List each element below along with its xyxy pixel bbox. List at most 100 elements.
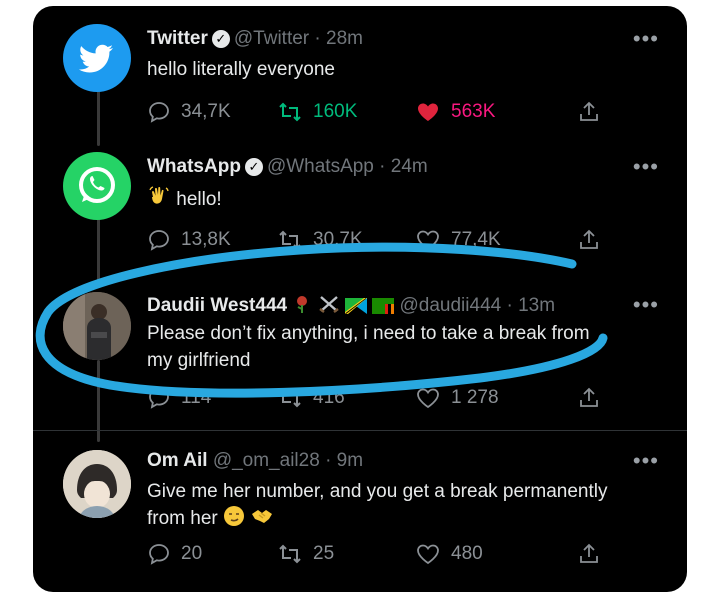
tweet-om-ail[interactable]: Om Ail @_om_ail28 · 9m ••• Give me her n…	[33, 440, 687, 574]
reply-count: 34,7K	[181, 101, 231, 122]
tweet-actions: 20 25 480	[147, 542, 607, 570]
reply-button[interactable]: 114	[147, 386, 211, 410]
tweet-text: hello literally everyone	[147, 59, 335, 80]
tweet-text-line-with-emoji: from her	[147, 505, 667, 532]
retweet-button[interactable]: 160K	[277, 100, 357, 124]
tweet-whatsapp[interactable]: WhatsApp ✓ @WhatsApp · 24m ••• hello! 13,8…	[33, 148, 687, 260]
tweet-actions: 13,8K 30,7K 77,4K	[147, 228, 607, 256]
display-name[interactable]: Daudii West444	[147, 295, 287, 316]
like-button[interactable]: 1 278	[415, 386, 499, 410]
tweet-text: hello!	[147, 184, 667, 213]
retweet-count: 25	[313, 543, 335, 564]
share-icon	[580, 229, 598, 249]
reply-icon	[149, 388, 169, 409]
like-button[interactable]: 480	[415, 542, 483, 566]
tweet-text-line: Give me her number, and you get a break …	[147, 481, 608, 502]
like-button[interactable]: 563K	[415, 100, 495, 124]
tanzania-flag-icon	[344, 298, 367, 314]
retweet-icon	[279, 388, 301, 408]
retweet-icon	[279, 230, 301, 250]
like-button[interactable]: 77,4K	[415, 228, 501, 252]
heart-icon	[417, 388, 439, 409]
more-options-icon[interactable]: •••	[633, 154, 659, 180]
tweet-text: Give me her number, and you get a break …	[147, 478, 667, 532]
retweet-count: 160K	[313, 101, 358, 122]
reply-button[interactable]: 34,7K	[147, 100, 231, 124]
retweet-count: 416	[313, 387, 345, 408]
handle[interactable]: @daudii444	[400, 295, 502, 316]
tweet-twitter[interactable]: Twitter ✓ @Twitter · 28m ••• hello literal…	[33, 20, 687, 130]
share-button[interactable]	[577, 228, 601, 252]
avatar[interactable]	[63, 24, 131, 92]
like-count: 563K	[451, 101, 496, 122]
timestamp[interactable]: · 13m	[506, 295, 555, 316]
timestamp[interactable]: · 9m	[325, 450, 363, 471]
reply-count: 13,8K	[181, 229, 231, 250]
tweet-header: Om Ail @_om_ail28 · 9m	[147, 450, 363, 472]
profile-photo-icon	[63, 292, 131, 360]
tweet-text-line: from her	[147, 508, 218, 529]
reply-count: 114	[181, 387, 212, 408]
like-count: 480	[451, 543, 483, 564]
share-icon	[580, 387, 598, 407]
share-icon	[580, 101, 598, 121]
handle[interactable]: @_om_ail28	[213, 450, 320, 471]
handle[interactable]: @Twitter	[234, 28, 309, 49]
like-count: 1 278	[451, 387, 499, 408]
display-name[interactable]: Twitter	[147, 28, 208, 49]
share-button[interactable]	[577, 100, 601, 124]
crossed-swords-icon	[318, 296, 339, 313]
avatar[interactable]	[63, 292, 131, 360]
tweet-daudii[interactable]: Daudii West444 @daudii444 · 13m ••• Plea…	[33, 286, 687, 409]
retweet-button[interactable]: 416	[277, 386, 345, 410]
share-icon	[580, 543, 598, 563]
more-options-icon[interactable]: •••	[633, 448, 659, 474]
share-button[interactable]	[577, 542, 601, 566]
heart-filled-icon	[418, 103, 438, 121]
reply-count: 20	[181, 543, 203, 564]
reply-icon	[149, 544, 169, 565]
tweet-header: Twitter ✓ @Twitter · 28m	[147, 28, 363, 50]
twitter-thread-screen: Twitter ✓ @Twitter · 28m ••• hello literal…	[33, 6, 687, 592]
timestamp[interactable]: · 24m	[379, 156, 428, 177]
more-options-icon[interactable]: •••	[633, 292, 659, 318]
handle[interactable]: @WhatsApp	[267, 156, 374, 177]
like-count: 77,4K	[451, 229, 501, 250]
tweet-header: Daudii West444 @daudii444 · 13m	[147, 294, 555, 317]
twitter-bird-icon	[78, 44, 113, 73]
waving-hand-icon	[149, 186, 169, 204]
divider	[33, 430, 687, 431]
tweet-text-content: hello!	[176, 189, 222, 210]
reply-icon	[149, 230, 169, 251]
rose-icon	[297, 296, 308, 313]
tweet-actions: 34,7K 160K 563K	[147, 100, 607, 128]
reply-button[interactable]: 20	[147, 542, 202, 566]
tweet-header: WhatsApp ✓ @WhatsApp · 24m	[147, 156, 428, 178]
more-options-icon[interactable]: •••	[633, 26, 659, 52]
smirking-face-icon	[224, 506, 245, 526]
display-name[interactable]: Om Ail	[147, 450, 208, 471]
tweet-text-line: my girlfriend	[147, 350, 251, 371]
reply-icon	[149, 102, 169, 123]
heart-icon	[417, 230, 439, 251]
zambia-flag-icon	[372, 298, 395, 314]
retweet-button[interactable]: 25	[277, 542, 334, 566]
verified-badge-icon: ✓	[211, 30, 230, 48]
tweet-actions: 114 416 1 278	[147, 386, 607, 414]
tweet-text-line: Please don’t fix anything, i need to tak…	[147, 323, 590, 344]
avatar[interactable]	[63, 450, 131, 518]
whatsapp-icon	[79, 167, 115, 203]
verified-badge-icon: ✓	[244, 158, 263, 176]
tweet-text: Please don’t fix anything, i need to tak…	[147, 320, 667, 374]
profile-photo-icon	[63, 450, 131, 518]
retweet-count: 30,7K	[313, 229, 363, 250]
retweet-icon	[279, 102, 301, 122]
avatar[interactable]	[63, 152, 131, 220]
reply-button[interactable]: 13,8K	[147, 228, 231, 252]
handshake-icon	[252, 510, 273, 523]
timestamp[interactable]: · 28m	[314, 28, 363, 49]
share-button[interactable]	[577, 386, 601, 410]
retweet-button[interactable]: 30,7K	[277, 228, 363, 252]
heart-icon	[417, 544, 439, 565]
display-name[interactable]: WhatsApp	[147, 156, 241, 177]
